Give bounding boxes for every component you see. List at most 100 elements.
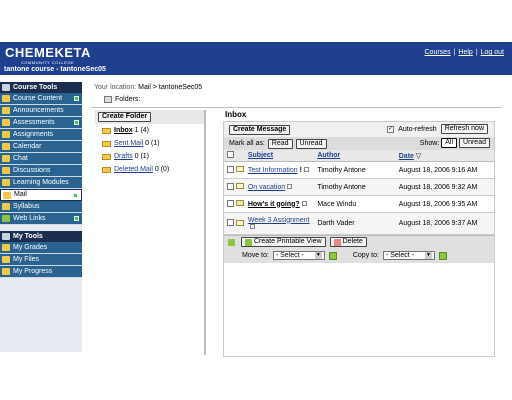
message-checkbox[interactable] [227,199,234,207]
message-row[interactable]: On vacation Timothy Antone August 18, 20… [224,179,494,196]
calendar-icon [2,143,10,150]
folders-icon [104,96,112,103]
sidebar-item-course-content[interactable]: Course Content [0,93,82,105]
message-row[interactable]: Test Information ! Timothy Antone August… [224,162,494,179]
copy-go-icon[interactable] [438,251,447,260]
sidebar-item-my-grades[interactable]: My Grades [0,242,82,254]
priority-flag: ! [299,166,302,174]
move-to-select[interactable]: - Select - ▼ [272,251,325,260]
new-indicator-icon [73,193,78,198]
sidebar-item-announcements[interactable]: Announcements [0,105,82,117]
inbox-panel: Inbox Create Message Auto-refresh Refres… [221,108,497,358]
select-toggle-icon[interactable] [228,238,235,246]
message-checkbox[interactable] [227,219,234,226]
attachment-icon [301,201,307,207]
new-indicator-icon [74,216,79,221]
auto-refresh-checkbox[interactable] [387,125,395,133]
message-checkbox[interactable] [227,165,234,173]
chevron-down-icon: ▼ [314,252,322,259]
move-to-label: Move to: [242,252,269,259]
folder-icon [102,153,111,160]
folder-sent-mail[interactable]: Sent Mail 0 (1) [95,137,204,150]
mark-read-button[interactable]: Read [267,138,293,149]
inbox-title: Inbox [221,108,497,121]
create-folder-button[interactable]: Create Folder [98,112,152,122]
mark-all-label: Mark all as: [229,140,265,147]
select-all-checkbox[interactable] [227,151,234,158]
sidebar-item-web-links[interactable]: Web Links [0,213,82,225]
message-date: August 18, 2006 9:16 AM [398,166,478,174]
new-indicator-icon [74,96,79,101]
message-row[interactable]: How's it going? Mace Windu August 18, 20… [224,196,494,213]
syllabus-icon [2,203,10,210]
printable-view-button[interactable]: Create Printable View [241,237,326,247]
show-all-button[interactable]: All [441,138,458,148]
sort-author-link[interactable]: Author [317,152,340,159]
folder-drafts[interactable]: Drafts 0 (1) [95,150,204,163]
message-row[interactable]: Week 3 Assignment Darth Vader August 18,… [224,213,494,235]
message-subject[interactable]: Test Information [248,167,298,174]
content-icon [2,95,10,102]
show-label: Show: [419,139,440,147]
sort-subject-link[interactable]: Subject [248,152,273,159]
message-checkbox[interactable] [227,182,234,190]
breadcrumb-path: Mail > tantoneSec05 [138,84,203,91]
attachment-icon [287,184,293,190]
printer-icon [245,238,252,246]
sidebar-item-assessments[interactable]: Assessments [0,117,82,129]
delete-button[interactable]: Delete [329,237,367,247]
mark-unread-button[interactable]: Unread [295,138,327,149]
copy-to-select[interactable]: - Select - ▼ [382,251,435,260]
sidebar-item-chat[interactable]: Chat [0,153,82,165]
folders-toolbar: Create Folder [95,110,204,124]
top-links: Courses | Help | Log out [424,49,505,56]
sort-date-link[interactable]: Date [399,153,414,160]
course-title: tantone course - tantoneSec05 [4,66,106,73]
logout-link[interactable]: Log out [481,49,504,56]
message-subject[interactable]: Week 3 Assignment [248,217,310,224]
courses-link[interactable]: Courses [425,49,451,56]
new-indicator-icon [74,120,79,125]
move-go-icon[interactable] [328,251,337,260]
college-logo: CHEMEKETA [5,45,91,60]
folder-deleted-mail[interactable]: Deleted Mail 0 (0) [95,163,204,176]
discussions-icon [2,167,10,174]
sidebar-item-mail[interactable]: Mail [0,189,82,201]
sidebar-item-learning-modules[interactable]: Learning Modules [0,177,82,189]
sidebar-item-my-files[interactable]: My Files [0,254,82,266]
unread-mail-icon [235,200,244,206]
sidebar-item-syllabus[interactable]: Syllabus [0,201,82,213]
sidebar-item-discussions[interactable]: Discussions [0,165,82,177]
course-tools-header: Course Tools [0,82,82,93]
message-date: August 18, 2006 9:37 AM [398,220,478,227]
progress-icon [2,268,10,275]
message-date: August 18, 2006 9:32 AM [398,183,478,191]
sidebar-item-calendar[interactable]: Calendar [0,141,82,153]
sidebar-item-my-progress[interactable]: My Progress [0,266,82,278]
message-subject[interactable]: On vacation [248,184,285,191]
help-link[interactable]: Help [458,49,472,56]
sort-descending-icon: ▽ [413,152,422,160]
modules-icon [2,179,10,186]
show-unread-button[interactable]: Unread [459,138,490,148]
grades-icon [2,244,10,251]
chevron-down-icon: ▼ [424,252,432,259]
message-subject[interactable]: How's it going? [248,201,300,208]
mark-bar: Mark all as: Read Unread Show: All Unrea… [224,137,494,150]
show-filter: Show: All Unread [420,138,490,148]
tools-icon [2,233,10,240]
attachment-icon [249,224,255,230]
create-message-button[interactable]: Create Message [229,124,291,135]
my-tools-header: My Tools [0,231,82,242]
tools-icon [2,84,10,91]
assessments-icon [2,119,10,126]
mail-icon [3,191,11,199]
refresh-now-button[interactable]: Refresh now [440,124,488,134]
delete-icon [333,238,341,246]
read-mail-icon [235,166,244,172]
folders-label: Folders: [104,96,140,103]
folder-inbox[interactable]: Inbox 1 (4) [95,124,204,137]
read-mail-icon [235,219,244,226]
sidebar-item-assignments[interactable]: Assignments [0,129,82,141]
announcements-icon [2,107,10,114]
